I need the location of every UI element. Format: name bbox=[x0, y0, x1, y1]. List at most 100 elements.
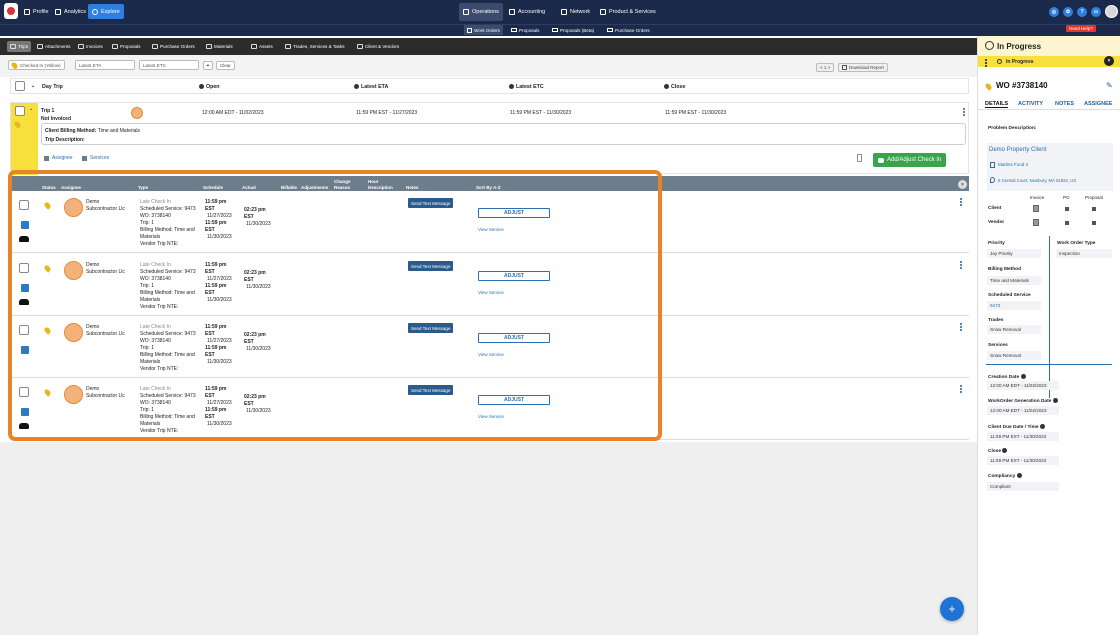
trip-checkbox[interactable] bbox=[15, 106, 25, 116]
tab-attachments[interactable]: Attachments bbox=[34, 41, 74, 52]
client-proposal-icon[interactable] bbox=[1092, 207, 1096, 211]
close-label: Close bbox=[988, 448, 1009, 454]
collapse-chevron-icon[interactable]: ⌄ bbox=[29, 106, 33, 112]
pagination[interactable]: < 1 > bbox=[816, 63, 835, 72]
billing-info-box: Client Billing Method: Time and Material… bbox=[41, 123, 966, 145]
vendor-invoice-icon[interactable] bbox=[1033, 219, 1039, 226]
tab-details[interactable]: DETAILS bbox=[985, 101, 1009, 108]
tab-trips[interactable]: Trips bbox=[7, 41, 32, 52]
store-icon bbox=[990, 162, 995, 168]
plus-square-icon bbox=[82, 155, 87, 161]
tab-assets[interactable]: Assets bbox=[248, 41, 276, 52]
services-value: Snow Removal bbox=[987, 351, 1041, 360]
scheduled-service-link[interactable]: 9473 bbox=[987, 301, 1041, 310]
col-day-trip[interactable]: Day Trip bbox=[42, 84, 63, 90]
user-avatar[interactable] bbox=[1105, 5, 1118, 18]
billing-method-value: Time and Materials bbox=[987, 276, 1041, 285]
clear-filters-button[interactable]: Clear bbox=[216, 61, 235, 70]
col-open[interactable]: Open bbox=[199, 84, 220, 90]
proposals-tab-icon bbox=[112, 44, 118, 49]
check-in-kebab-menu-icon[interactable] bbox=[960, 385, 962, 394]
tab-trades-services-tasks[interactable]: Trades, Services & Tasks bbox=[282, 41, 348, 52]
info-icon bbox=[1039, 424, 1045, 429]
nav-network[interactable]: Network bbox=[557, 4, 594, 19]
check-in-kebab-menu-icon[interactable] bbox=[960, 198, 962, 207]
address-link[interactable]: 5 Central Court, Newbury, MA 01922, US bbox=[998, 178, 1076, 183]
tab-materials[interactable]: Materials bbox=[203, 41, 236, 52]
subnav-work-orders[interactable]: Work Orders bbox=[464, 25, 503, 35]
client-invoice-icon[interactable] bbox=[1033, 205, 1039, 212]
expand-chevron-icon[interactable]: ⌄ bbox=[31, 83, 35, 89]
priority-label: Priority bbox=[988, 241, 1005, 246]
nav-product-services[interactable]: Product & Services bbox=[596, 4, 660, 19]
close-icon[interactable]: × bbox=[958, 180, 967, 189]
mobile-icon[interactable] bbox=[857, 154, 862, 162]
location-pin-icon bbox=[984, 82, 993, 91]
trip-kebab-menu-icon[interactable] bbox=[963, 108, 965, 117]
app-logo[interactable] bbox=[4, 3, 18, 19]
nav-explore[interactable]: Explore bbox=[88, 4, 124, 19]
globe-icon[interactable]: ◎ bbox=[1049, 7, 1059, 17]
add-user-icon bbox=[878, 157, 884, 163]
edit-pencil-icon[interactable]: ✎ bbox=[1106, 81, 1113, 90]
profile-icon bbox=[24, 8, 30, 15]
client-po-icon[interactable] bbox=[1065, 207, 1069, 211]
product-services-icon bbox=[600, 8, 606, 15]
nav-profile[interactable]: Profile bbox=[20, 4, 53, 19]
vendor-proposal-icon[interactable] bbox=[1092, 221, 1096, 225]
tab-invoices[interactable]: Invoices bbox=[75, 41, 106, 52]
checked-in-filter[interactable]: Checked In (Yellow) bbox=[8, 60, 65, 70]
pin-icon bbox=[10, 60, 19, 70]
col-close[interactable]: Close bbox=[664, 84, 685, 90]
accounting-icon bbox=[509, 8, 515, 15]
tab-activity[interactable]: ACTIVITY bbox=[1018, 101, 1043, 107]
subnav-purchase-orders[interactable]: Purchase Orders bbox=[604, 25, 653, 35]
latest-etc-filter[interactable]: Latest ETC bbox=[139, 60, 199, 70]
tab-proposals[interactable]: Proposals bbox=[109, 41, 143, 52]
help-icon[interactable]: ? bbox=[1077, 7, 1087, 17]
proposals-beta-icon bbox=[552, 28, 558, 32]
nav-accounting[interactable]: Accounting bbox=[505, 4, 549, 19]
select-all-checkbox[interactable] bbox=[15, 81, 25, 91]
work-orders-icon bbox=[467, 27, 472, 33]
explore-icon bbox=[92, 8, 98, 15]
check-in-kebab-menu-icon[interactable] bbox=[960, 261, 962, 270]
latest-eta-filter[interactable]: Latest ETA bbox=[75, 60, 135, 70]
nav-analytics[interactable]: Analytics bbox=[51, 4, 90, 19]
status-menu-icon[interactable] bbox=[985, 59, 987, 68]
vendor-po-icon[interactable] bbox=[1065, 221, 1069, 225]
services-link[interactable]: Services bbox=[82, 155, 109, 161]
trip-open: 12:00 AM EDT - 11/02/2023 bbox=[202, 110, 264, 116]
nav-operations[interactable]: Operations bbox=[459, 3, 503, 21]
subnav-proposals-beta[interactable]: Proposals (Beta) bbox=[549, 25, 597, 35]
tab-client-vendors[interactable]: Client & Vendors bbox=[354, 41, 402, 52]
chat-icon[interactable]: ▭ bbox=[1091, 7, 1101, 17]
download-report-button[interactable]: Download Report bbox=[838, 63, 888, 72]
close-icon[interactable]: × bbox=[1104, 56, 1114, 66]
trades-value: Snow Removal bbox=[987, 325, 1041, 334]
filter-icon[interactable]: ⏷ bbox=[203, 61, 213, 70]
add-fab-button[interactable]: + bbox=[940, 597, 964, 621]
check-in-kebab-menu-icon[interactable] bbox=[960, 323, 962, 332]
store-link[interactable]: Martins Food 3 bbox=[998, 162, 1028, 167]
billing-method-label: Client Billing Method: bbox=[45, 128, 97, 134]
need-help-button[interactable]: Need Help? bbox=[1066, 25, 1096, 32]
status-bar: In Progress × bbox=[978, 56, 1120, 67]
settings-icon[interactable]: ✿ bbox=[1063, 7, 1073, 17]
trip-description-label: Trip Description: bbox=[45, 137, 85, 143]
status-header-title: In Progress bbox=[997, 42, 1042, 51]
col-latest-eta[interactable]: Latest ETA bbox=[354, 84, 388, 90]
add-adjust-check-in-button[interactable]: Add/Adjust Check In bbox=[873, 153, 947, 167]
close-value: 11:59 PM EST - 11/30/2023 bbox=[987, 456, 1059, 465]
tab-notes[interactable]: NOTES bbox=[1055, 101, 1074, 107]
tab-purchase-orders[interactable]: Purchase Orders bbox=[149, 41, 198, 52]
tab-assignee[interactable]: ASSIGNEE bbox=[1084, 101, 1112, 107]
info-icon bbox=[664, 84, 669, 89]
materials-icon bbox=[206, 44, 212, 49]
assignee-link[interactable]: Assignee bbox=[44, 155, 73, 161]
col-latest-etc[interactable]: Latest ETC bbox=[509, 84, 544, 90]
client-name-link[interactable]: Demo Property Client bbox=[989, 147, 1046, 153]
highlight-outline bbox=[8, 170, 662, 441]
subnav-proposals[interactable]: Proposals bbox=[508, 25, 542, 35]
info-icon bbox=[1052, 398, 1058, 403]
